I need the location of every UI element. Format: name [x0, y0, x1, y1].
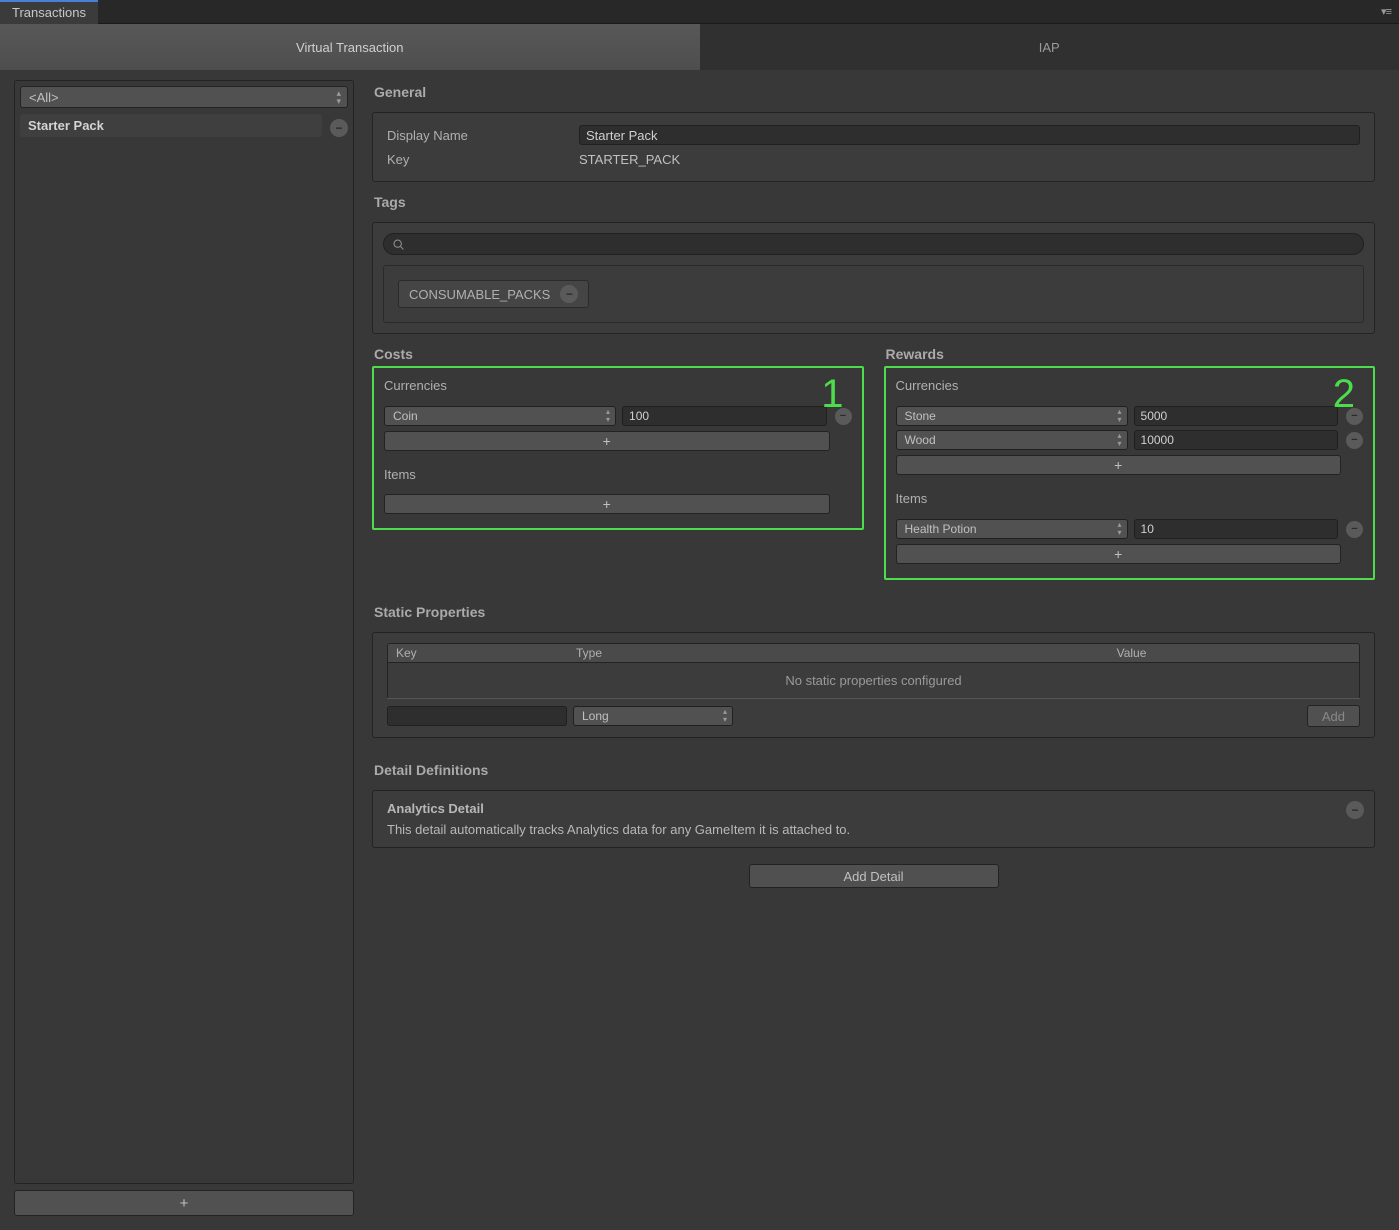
reward-item-0-amount: 10	[1141, 522, 1154, 536]
list-item-label: Starter Pack	[28, 118, 104, 133]
reward-item-0-amount-input[interactable]: 10	[1134, 519, 1338, 539]
remove-item-button[interactable]: −	[330, 119, 348, 137]
static-props-panel: Key Type Value No static properties conf…	[372, 632, 1375, 738]
section-costs-title: Costs	[374, 346, 864, 362]
static-props-header: Key Type Value	[387, 643, 1360, 663]
rewards-currencies-label: Currencies	[896, 378, 1364, 393]
cost-currency-amount-input[interactable]: 100	[622, 406, 826, 426]
search-icon	[392, 238, 405, 251]
window-title: Transactions	[12, 5, 86, 20]
section-general-title: General	[374, 84, 1375, 100]
sp-type-dropdown[interactable]: Long ▴▾	[573, 706, 733, 726]
display-name-input[interactable]: Starter Pack	[579, 125, 1360, 145]
chevron-updown-icon: ▴▾	[723, 708, 727, 724]
tag-chip-label: CONSUMABLE_PACKS	[409, 287, 550, 302]
reward-item-0-value: Health Potion	[905, 522, 977, 536]
add-reward-currency-button[interactable]: +	[896, 455, 1342, 475]
section-detail-defs-title: Detail Definitions	[374, 762, 1375, 778]
tag-container: CONSUMABLE_PACKS −	[383, 265, 1364, 323]
annotation-1: 1	[821, 374, 843, 414]
tab-virtual-transaction-label: Virtual Transaction	[296, 40, 403, 55]
reward-currency-dropdown-1[interactable]: Wood ▴▾	[896, 430, 1128, 450]
add-cost-currency-button[interactable]: +	[384, 431, 830, 451]
chevron-updown-icon: ▴▾	[606, 408, 610, 424]
cost-currency-amount-value: 100	[629, 409, 649, 423]
sp-empty-message: No static properties configured	[387, 663, 1360, 698]
remove-tag-button[interactable]: −	[560, 285, 578, 303]
reward-currency-dropdown-0[interactable]: Stone ▴▾	[896, 406, 1128, 426]
sp-col-value: Value	[928, 646, 1359, 660]
display-name-label: Display Name	[387, 128, 569, 143]
remove-reward-item-0-button[interactable]: −	[1346, 521, 1363, 538]
add-transaction-button[interactable]: +	[14, 1190, 354, 1216]
titlebar: Transactions ▾≡	[0, 0, 1399, 24]
section-static-props-title: Static Properties	[374, 604, 1375, 620]
costs-currencies-label: Currencies	[384, 378, 852, 393]
reward-currency-1-amount: 10000	[1141, 433, 1174, 447]
tab-virtual-transaction[interactable]: Virtual Transaction	[0, 24, 700, 70]
add-reward-item-button[interactable]: +	[896, 544, 1342, 564]
chevron-updown-icon: ▴▾	[1118, 408, 1122, 424]
context-menu-icon[interactable]: ▾≡	[1373, 0, 1399, 23]
display-name-value: Starter Pack	[586, 128, 658, 143]
rewards-panel: 2 Currencies Stone ▴▾ 5000	[884, 366, 1376, 580]
tags-panel: CONSUMABLE_PACKS −	[372, 222, 1375, 334]
sp-col-key: Key	[388, 646, 568, 660]
plus-icon: +	[180, 1195, 189, 1212]
sp-col-type: Type	[568, 646, 928, 660]
rewards-items-label: Items	[896, 491, 1364, 506]
add-detail-button[interactable]: Add Detail	[749, 864, 999, 888]
cost-currency-dropdown[interactable]: Coin ▴▾	[384, 406, 616, 426]
reward-currency-1-value: Wood	[905, 433, 936, 447]
sp-add-button[interactable]: Add	[1307, 705, 1360, 727]
tab-iap-label: IAP	[1039, 40, 1060, 55]
chevron-updown-icon: ▴▾	[1118, 432, 1122, 448]
window-tab-transactions[interactable]: Transactions	[0, 0, 98, 24]
chevron-updown-icon: ▴▾	[336, 89, 341, 105]
reward-currency-0-value: Stone	[905, 409, 936, 423]
list-item-starter-pack[interactable]: Starter Pack	[20, 114, 322, 137]
filter-dropdown-value: <All>	[29, 90, 59, 105]
section-rewards-title: Rewards	[886, 346, 1376, 362]
remove-analytics-detail-button[interactable]: −	[1346, 801, 1364, 819]
remove-reward-currency-1-button[interactable]: −	[1346, 432, 1363, 449]
tab-iap[interactable]: IAP	[700, 24, 1399, 70]
key-label: Key	[387, 152, 569, 167]
costs-items-label: Items	[384, 467, 852, 482]
sp-key-input[interactable]	[387, 706, 567, 726]
sp-add-label: Add	[1322, 709, 1345, 724]
subtab-bar: Virtual Transaction IAP	[0, 24, 1399, 70]
annotation-2: 2	[1333, 374, 1355, 414]
tags-search-input[interactable]	[383, 233, 1364, 255]
analytics-detail-desc: This detail automatically tracks Analyti…	[387, 822, 1360, 837]
reward-currency-1-amount-input[interactable]: 10000	[1134, 430, 1338, 450]
reward-item-dropdown-0[interactable]: Health Potion ▴▾	[896, 519, 1128, 539]
analytics-detail-panel: Analytics Detail This detail automatical…	[372, 790, 1375, 848]
sidebar: <All> ▴▾ Starter Pack − +	[14, 80, 354, 1216]
add-cost-item-button[interactable]: +	[384, 494, 830, 514]
tag-chip-consumable-packs: CONSUMABLE_PACKS −	[398, 280, 589, 308]
key-value: STARTER_PACK	[579, 152, 1360, 167]
cost-currency-value: Coin	[393, 409, 418, 423]
section-tags-title: Tags	[374, 194, 1375, 210]
add-detail-label: Add Detail	[844, 869, 904, 884]
sp-type-value: Long	[582, 709, 609, 723]
main-panel: General Display Name Starter Pack Key ST…	[372, 80, 1385, 1216]
chevron-updown-icon: ▴▾	[1118, 521, 1122, 537]
reward-currency-0-amount: 5000	[1141, 409, 1168, 423]
reward-currency-0-amount-input[interactable]: 5000	[1134, 406, 1338, 426]
analytics-detail-title: Analytics Detail	[387, 801, 1360, 816]
filter-dropdown[interactable]: <All> ▴▾	[20, 86, 348, 108]
general-panel: Display Name Starter Pack Key STARTER_PA…	[372, 112, 1375, 182]
costs-panel: 1 Currencies Coin ▴▾ 100	[372, 366, 864, 530]
